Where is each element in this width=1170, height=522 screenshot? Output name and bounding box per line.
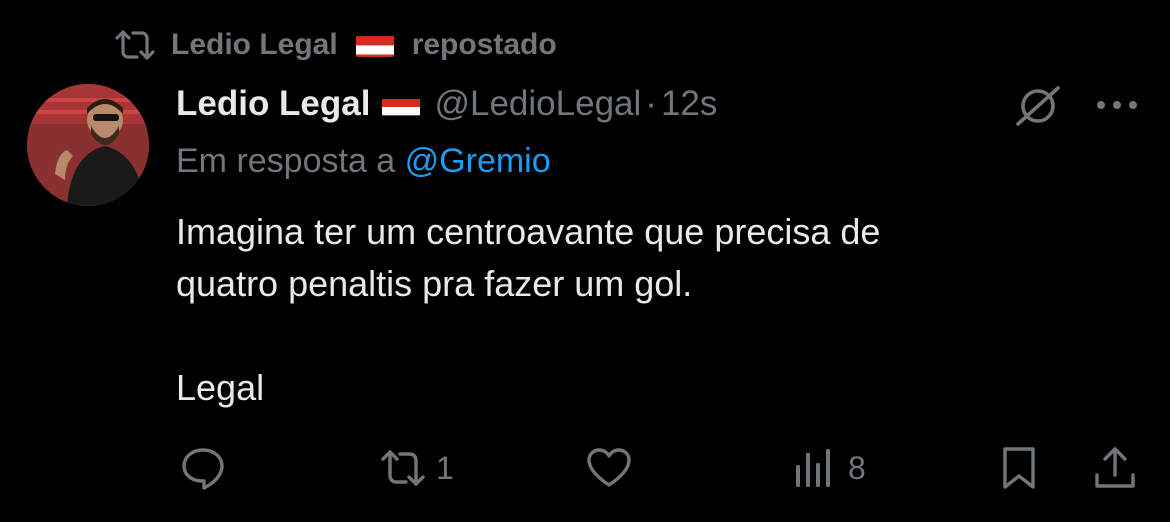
repost-icon <box>381 450 425 486</box>
reply-button[interactable] <box>180 440 226 496</box>
grok-icon[interactable] <box>1012 84 1064 128</box>
tweet-header: Ledio Legal @LedioLegal · 12s <box>176 82 717 126</box>
avatar[interactable] <box>27 84 149 206</box>
like-icon <box>587 448 631 487</box>
user-handle[interactable]: @LedioLegal <box>434 84 641 124</box>
flag-icon <box>382 92 421 116</box>
share-icon <box>1095 447 1135 488</box>
views-button[interactable]: 8 <box>792 440 866 496</box>
reply-icon <box>182 448 224 490</box>
more-icon[interactable] <box>1092 92 1142 118</box>
repost-context[interactable]: Ledio Legal repostado <box>113 24 557 66</box>
display-name[interactable]: Ledio Legal <box>176 84 370 124</box>
repost-label: repostado <box>411 28 557 61</box>
separator-dot: · <box>645 84 657 123</box>
action-bar: 1 8 <box>0 440 1170 496</box>
repost-user-name[interactable]: Ledio Legal <box>171 28 338 62</box>
like-button[interactable] <box>586 440 632 496</box>
repost-count: 1 <box>436 449 454 486</box>
repost-button[interactable]: 1 <box>380 440 454 496</box>
reply-mention-link[interactable]: @Gremio <box>405 142 551 180</box>
tweet-text: Imagina ter um centroavante que precisa … <box>176 211 881 408</box>
bookmark-button[interactable] <box>996 440 1042 496</box>
flag-icon <box>355 33 394 57</box>
bookmark-icon <box>1003 447 1035 489</box>
share-button[interactable] <box>1092 440 1138 496</box>
timestamp[interactable]: 12s <box>661 84 717 124</box>
reply-prefix: Em resposta a <box>176 142 396 180</box>
views-icon <box>796 449 830 487</box>
repost-icon <box>115 30 155 60</box>
views-count: 8 <box>848 449 866 486</box>
reply-context: Em resposta a @Gremio <box>176 142 551 181</box>
